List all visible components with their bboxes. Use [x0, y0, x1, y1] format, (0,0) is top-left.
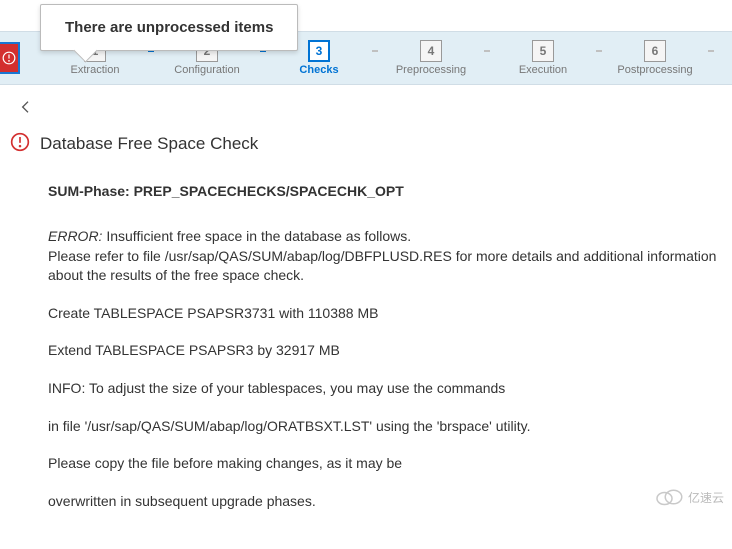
step-execution[interactable]: 5 Execution [498, 40, 588, 76]
step-label: Configuration [174, 64, 239, 76]
chevron-left-icon [18, 99, 34, 115]
watermark: 亿速云 [654, 488, 724, 506]
sum-phase-label: SUM-Phase: PREP_SPACECHECKS/SPACECHK_OPT [48, 183, 722, 199]
step-connector [372, 50, 378, 52]
step-postprocessing[interactable]: 6 Postprocessing [610, 40, 700, 76]
step-preprocessing[interactable]: 4 Preprocessing [386, 40, 476, 76]
info-line-3: Please copy the file before making chang… [48, 454, 722, 474]
cloud-icon [654, 488, 684, 506]
step-number: 3 [308, 40, 330, 62]
info-line-1: INFO: To adjust the size of your tablesp… [48, 379, 722, 399]
step-label: Extraction [71, 64, 120, 76]
extend-tablespace-line: Extend TABLESPACE PSAPSR3 by 32917 MB [48, 341, 722, 361]
watermark-text: 亿速云 [688, 489, 724, 506]
alert-badge[interactable] [0, 42, 20, 74]
error-paragraph: ERROR: Insufficient free space in the da… [48, 227, 722, 286]
step-number: 5 [532, 40, 554, 62]
alert-icon [2, 51, 16, 65]
info-line-4: overwritten in subsequent upgrade phases… [48, 492, 722, 512]
step-number: 4 [420, 40, 442, 62]
create-tablespace-line: Create TABLESPACE PSAPSR3731 with 110388… [48, 304, 722, 324]
progress-bar: There are unprocessed items 1 Extraction… [0, 31, 732, 85]
error-prefix: ERROR: [48, 228, 102, 244]
error-icon [10, 132, 30, 155]
error-text-1: Insufficient free space in the database … [102, 228, 411, 244]
error-text-2: Please refer to file /usr/sap/QAS/SUM/ab… [48, 248, 716, 284]
step-label: Checks [299, 64, 338, 76]
step-connector [484, 50, 490, 52]
unprocessed-items-tooltip: There are unprocessed items [40, 4, 298, 51]
message-body: ERROR: Insufficient free space in the da… [48, 227, 722, 511]
back-button[interactable] [18, 99, 34, 118]
info-line-2: in file '/usr/sap/QAS/SUM/abap/log/ORATB… [48, 417, 722, 437]
step-connector [596, 50, 602, 52]
step-number: 6 [644, 40, 666, 62]
page-title: Database Free Space Check [40, 134, 258, 154]
step-label: Execution [519, 64, 567, 76]
step-connector [708, 50, 714, 52]
step-label: Preprocessing [396, 64, 466, 76]
step-label: Postprocessing [617, 64, 692, 76]
